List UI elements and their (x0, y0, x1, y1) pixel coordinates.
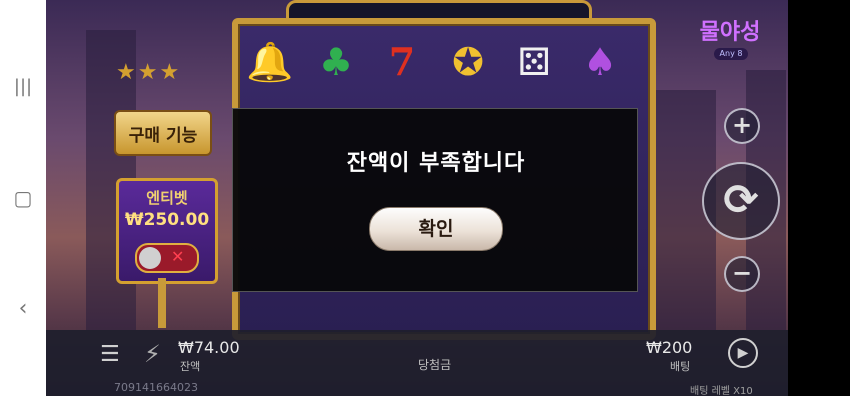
club-icon: ♣ (318, 40, 354, 84)
balance-value: ₩74.00 (178, 338, 240, 357)
home-icon[interactable]: ▢ (0, 186, 46, 210)
ante-bet-toggle[interactable]: ✕ (135, 243, 199, 273)
ante-bet-panel: 엔티벳 ₩250.00 ✕ (116, 178, 218, 284)
ante-bet-title: 엔티벳 (146, 189, 188, 207)
sign-pole (158, 278, 166, 328)
logo-subtitle: Any 8 (714, 48, 748, 60)
win-label: 당첨금 (418, 358, 452, 372)
android-navigation-bar: ||| ▢ ‹ (0, 0, 46, 396)
close-icon: ✕ (171, 247, 185, 266)
ante-bet-amount: ₩250.00 (124, 210, 210, 230)
spade-icon: ♠ (582, 40, 618, 84)
autoplay-icon[interactable]: ▶ (728, 338, 758, 368)
slot-game-area: 🔔 ♣ 7 ✪ ⚄ ♠ ★★★ 구매 기능 엔티벳 ₩250.00 ✕ 물야성 … (46, 0, 788, 396)
back-icon[interactable]: ‹ (0, 296, 46, 321)
toggle-knob (139, 247, 161, 269)
bet-label: 배팅 (670, 360, 691, 373)
bell-icon: 🔔 (246, 40, 294, 84)
seven-icon: 7 (388, 39, 416, 84)
logo-title: 물야성 (699, 20, 761, 45)
dice-icon: ⚄ (517, 40, 551, 84)
menu-icon[interactable]: ☰ (100, 342, 120, 367)
star-coin-icon: ✪ (452, 40, 484, 84)
dialog-message: 잔액이 부족합니다 (346, 151, 526, 176)
recent-apps-icon[interactable]: ||| (0, 76, 46, 97)
round-id: 709141664023 (114, 381, 198, 394)
stars-icon: ★★★ (116, 60, 182, 85)
bottom-bar: ☰ ⚡ ₩74.00 잔액 당첨금 ₩200 배팅 ▶ 709141664023… (46, 330, 788, 396)
turbo-icon[interactable]: ⚡ (144, 340, 161, 368)
spin-button[interactable]: ⟳ (702, 162, 780, 240)
buy-feature-button[interactable]: 구매 기능 (114, 110, 212, 156)
confirm-button[interactable]: 확인 (369, 207, 503, 251)
game-logo: 물야성 Any 8 (678, 14, 782, 60)
decrease-bet-button[interactable]: − (724, 256, 760, 292)
balance-label: 잔액 (180, 360, 201, 373)
bet-value: ₩200 (646, 338, 693, 357)
screen-edge (788, 0, 850, 396)
increase-bet-button[interactable]: + (724, 108, 760, 144)
insufficient-balance-dialog: 잔액이 부족합니다 확인 (232, 108, 638, 292)
bet-level: 배팅 레벨 X10 (690, 386, 753, 396)
reel-symbols-row: 🔔 ♣ 7 ✪ ⚄ ♠ (246, 38, 624, 86)
